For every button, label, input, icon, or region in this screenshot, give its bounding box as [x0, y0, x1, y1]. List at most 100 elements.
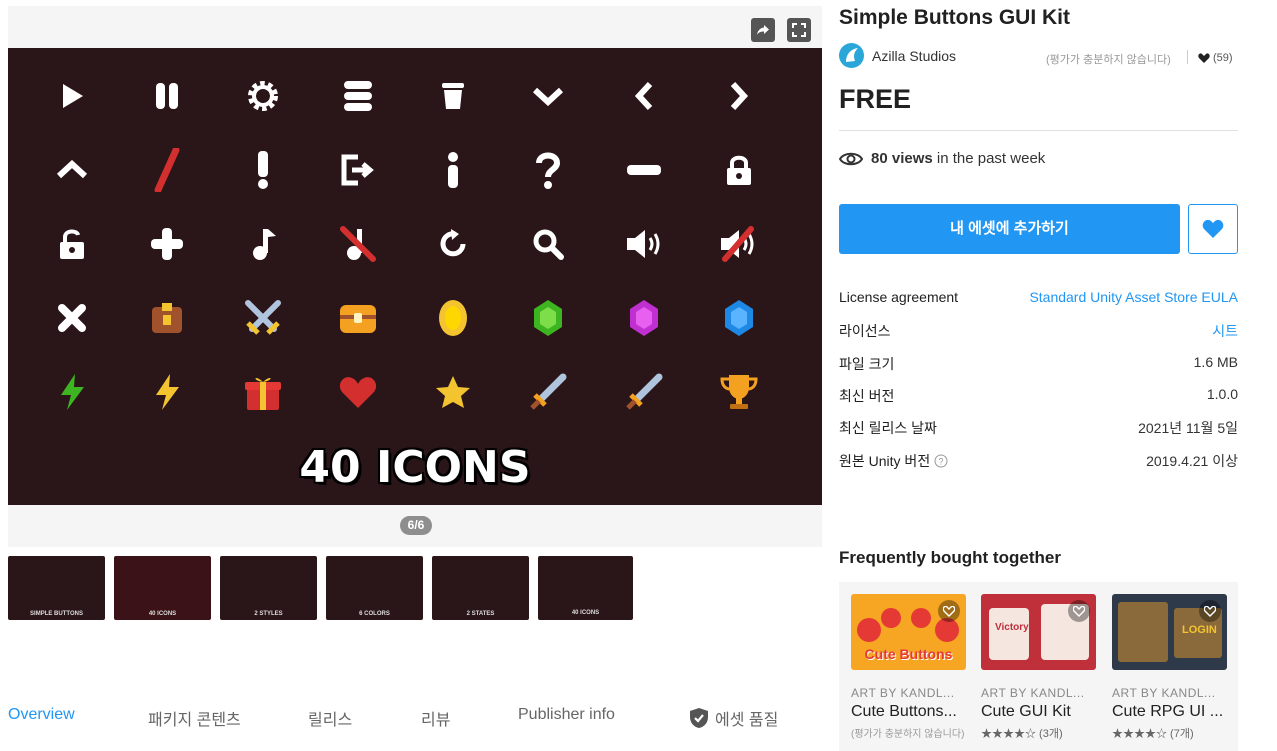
- license-label: 라이선스: [839, 323, 891, 339]
- slash-icon: [147, 148, 187, 192]
- price: FREE: [839, 84, 912, 114]
- product-card-publisher[interactable]: ART BY KANDL...: [1112, 686, 1227, 700]
- thumbnail-6[interactable]: 40 ICONS: [538, 556, 633, 620]
- favorites-count: (59): [1198, 52, 1233, 64]
- sword-alt-icon: [624, 372, 664, 412]
- latest-version-value: 1.0.0: [1206, 386, 1238, 402]
- chevron-right-icon: [719, 76, 759, 116]
- rating-note: (평가가 충분하지 않습니다): [1046, 54, 1171, 66]
- publisher-logo[interactable]: [839, 43, 864, 68]
- chevron-up-icon: [52, 150, 92, 190]
- tab-asset-quality[interactable]: 에셋 품질: [689, 706, 778, 730]
- purple-gem-icon: [624, 298, 664, 338]
- image-gallery: 40 ICONS 6/6: [8, 6, 822, 547]
- product-card-name[interactable]: Cute Buttons...: [851, 703, 966, 721]
- thumbnail-3[interactable]: 2 STYLES: [220, 556, 317, 620]
- product-card-image[interactable]: Victory: [981, 594, 1096, 670]
- music-icon: [243, 224, 283, 264]
- chevron-left-icon: [624, 76, 664, 116]
- thumbnail-label: 40 ICONS: [571, 610, 600, 616]
- heart-icon[interactable]: [1199, 600, 1221, 622]
- unity-version-value: 2019.4.21 이상: [1146, 453, 1238, 469]
- product-card-rating: (평가가 충분하지 않습니다): [851, 729, 965, 740]
- product-card[interactable]: Cute Buttons ART BY KANDL... Cute Button…: [851, 594, 966, 740]
- heart-icon[interactable]: [1068, 600, 1090, 622]
- tab-releases[interactable]: 릴리스: [308, 706, 352, 730]
- views-info: 80 views in the past week: [871, 150, 1045, 167]
- unity-version-row: 원본 Unity 버전 ?: [839, 451, 948, 471]
- chest-icon: [338, 298, 378, 338]
- music-off-icon: [338, 224, 378, 264]
- divider: [839, 130, 1238, 131]
- search-icon: [528, 224, 568, 264]
- product-card-image-text: Cute Buttons: [864, 646, 953, 662]
- product-card[interactable]: LOGIN ART BY KANDL... Cute RPG UI ... ★★…: [1112, 594, 1227, 741]
- thumbnail-5[interactable]: 2 STATES: [432, 556, 529, 620]
- menu-icon: [338, 76, 378, 116]
- unlock-icon: [52, 224, 92, 264]
- gift-icon: [243, 372, 283, 412]
- product-card-image-text: Victory: [995, 622, 1029, 633]
- thumbnail-2[interactable]: 40 ICONS: [114, 556, 211, 620]
- help-icon[interactable]: ?: [934, 454, 948, 468]
- share-icon[interactable]: [751, 18, 775, 42]
- green-gem-icon: [528, 298, 568, 338]
- eye-icon: [838, 150, 864, 173]
- shield-check-icon: [690, 708, 708, 728]
- product-title: Simple Buttons GUI Kit: [839, 6, 1070, 29]
- volume-icon: [624, 224, 664, 264]
- product-card-publisher[interactable]: ART BY KANDL...: [851, 686, 966, 700]
- add-to-my-assets-button[interactable]: 내 에셋에 추가하기: [839, 204, 1180, 254]
- green-lightning-icon: [52, 372, 92, 412]
- hero-caption: 40 ICONS: [299, 442, 531, 493]
- heart-icon: [1198, 52, 1210, 63]
- minus-icon: [624, 150, 664, 190]
- tab-overview[interactable]: Overview: [8, 706, 75, 724]
- close-icon: [52, 298, 92, 338]
- coin-icon: [433, 298, 473, 338]
- hero-image[interactable]: 40 ICONS: [8, 48, 822, 505]
- tab-reviews[interactable]: 리뷰: [421, 706, 450, 730]
- play-icon: [52, 76, 92, 116]
- license-agreement-label: License agreement: [839, 289, 959, 305]
- exit-icon: [338, 150, 378, 190]
- latest-version-label: 최신 버전: [839, 388, 895, 404]
- product-card-rating: ★★★★☆ (3개): [981, 728, 1063, 740]
- views-count: 80 views: [871, 150, 933, 167]
- file-size-value: 1.6 MB: [1193, 354, 1238, 370]
- product-card-image-text: LOGIN: [1182, 624, 1217, 636]
- product-card-image[interactable]: LOGIN: [1112, 594, 1227, 670]
- favorites-count-text: (59): [1213, 52, 1233, 64]
- tab-publisher-info[interactable]: Publisher info: [518, 706, 615, 724]
- pause-icon: [147, 76, 187, 116]
- trophy-icon: [719, 372, 759, 412]
- product-card-name[interactable]: Cute GUI Kit: [981, 703, 1096, 721]
- backpack-icon: [147, 298, 187, 338]
- trash-icon: [433, 76, 473, 116]
- thumbnail-4[interactable]: 6 COLORS: [326, 556, 423, 620]
- exclamation-icon: [243, 150, 283, 190]
- thumbnail-label: 2 STATES: [466, 611, 495, 617]
- tab-package-content[interactable]: 패키지 콘텐츠: [148, 706, 241, 730]
- refresh-icon: [433, 224, 473, 264]
- product-card-image[interactable]: Cute Buttons: [851, 594, 966, 670]
- sword-icon: [528, 372, 568, 412]
- latest-release-date-value: 2021년 11월 5일: [1138, 420, 1238, 436]
- frequently-bought-title: Frequently bought together: [839, 548, 1061, 567]
- product-card-publisher[interactable]: ART BY KANDL...: [981, 686, 1096, 700]
- wishlist-button[interactable]: [1188, 204, 1238, 254]
- product-card[interactable]: Victory ART BY KANDL... Cute GUI Kit ★★★…: [981, 594, 1096, 741]
- svg-text:?: ?: [939, 457, 944, 467]
- thumbnail-1[interactable]: SIMPLE BUTTONS: [8, 556, 105, 620]
- heart-icon: [1202, 219, 1224, 238]
- publisher-link[interactable]: Azilla Studios: [872, 48, 956, 64]
- file-size-label: 파일 크기: [839, 356, 895, 372]
- license-link[interactable]: 시트: [1212, 321, 1238, 341]
- info-icon: [433, 150, 473, 190]
- heart-icon[interactable]: [938, 600, 960, 622]
- license-agreement-link[interactable]: Standard Unity Asset Store EULA: [1029, 289, 1238, 305]
- image-counter: 6/6: [400, 516, 432, 535]
- product-card-name[interactable]: Cute RPG UI ...: [1112, 703, 1227, 721]
- product-card-rating: ★★★★☆ (7개): [1112, 728, 1194, 740]
- fullscreen-icon[interactable]: [787, 18, 811, 42]
